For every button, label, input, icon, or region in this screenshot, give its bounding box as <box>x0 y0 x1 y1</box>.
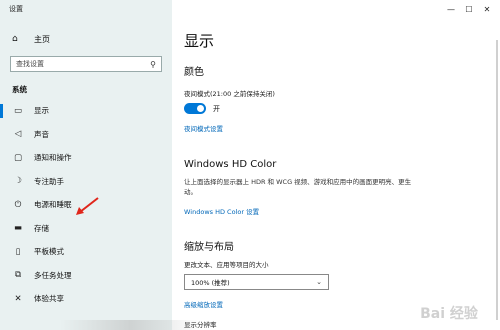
sidebar-item-label: 电源和睡眠 <box>34 200 72 210</box>
bottom-decoration <box>60 320 200 330</box>
sidebar: 设置 ⌂ 主页 查找设置 ⚲ 系统 ▭ 显示 ◁ 声音 ▢ 通知和操作 ☽ 专注… <box>0 0 172 330</box>
sidebar-item-label: 声音 <box>34 129 49 139</box>
chevron-down-icon: ⌄ <box>316 278 322 286</box>
sidebar-item-display[interactable]: ▭ 显示 <box>0 99 172 123</box>
search-icon[interactable]: ⚲ <box>150 60 156 69</box>
sidebar-item-tablet-mode[interactable]: ▯ 平板模式 <box>0 240 172 264</box>
sidebar-item-label: 平板模式 <box>34 247 64 257</box>
share-icon: ✕ <box>14 293 22 304</box>
scale-layout-heading: 缩放与布局 <box>184 242 234 253</box>
scale-dropdown[interactable]: 100% (推荐) ⌄ <box>184 274 329 290</box>
moon-icon: ☽ <box>14 176 22 187</box>
hd-color-settings-link[interactable]: Windows HD Color 设置 <box>184 206 484 216</box>
hd-color-description: 让上面选择的显示器上 HDR 和 WCG 视频、游戏和应用中的画面更明亮、更生动… <box>184 178 412 196</box>
window-title: 设置 <box>9 5 23 13</box>
search-input[interactable]: 查找设置 ⚲ <box>10 56 162 72</box>
sidebar-item-label: 多任务处理 <box>34 270 72 280</box>
home-icon: ⌂ <box>12 34 18 44</box>
night-light-label: 夜间模式(21:00 之前保持关闭) <box>184 90 275 98</box>
sidebar-item-shared-experiences[interactable]: ✕ 体验共享 <box>0 287 172 311</box>
scale-value: 100% (推荐) <box>191 279 230 287</box>
settings-content: 显示 颜色 夜间模式(21:00 之前保持关闭) 开 夜间模式设置 Window… <box>184 0 484 329</box>
red-arrow-annotation-icon <box>76 197 99 215</box>
scale-label: 更改文本、应用等项目的大小 <box>184 261 269 269</box>
sidebar-item-multitasking[interactable]: ⧉ 多任务处理 <box>0 264 172 288</box>
sidebar-item-label: 显示 <box>34 106 49 116</box>
night-light-state: 开 <box>213 104 220 113</box>
sidebar-item-label: 专注助手 <box>34 176 64 186</box>
speaker-icon: ◁ <box>14 129 22 140</box>
home-nav-item[interactable]: ⌂ 主页 <box>0 28 172 50</box>
multitask-icon: ⧉ <box>14 270 22 281</box>
main-panel: — ☐ ✕ 显示 颜色 夜间模式(21:00 之前保持关闭) 开 夜间模式设置 … <box>172 0 500 330</box>
storage-icon: ▬ <box>13 223 23 234</box>
scrollbar[interactable] <box>496 40 498 320</box>
night-light-settings-link[interactable]: 夜间模式设置 <box>184 123 484 133</box>
monitor-icon: ▭ <box>13 105 23 116</box>
sidebar-item-label: 体验共享 <box>34 294 64 304</box>
sidebar-item-label: 存储 <box>34 223 49 233</box>
sidebar-item-sound[interactable]: ◁ 声音 <box>0 123 172 147</box>
sidebar-item-focus-assist[interactable]: ☽ 专注助手 <box>0 170 172 194</box>
sidebar-item-label: 通知和操作 <box>34 153 72 163</box>
watermark: Bai 经验 <box>420 306 478 322</box>
notification-icon: ▢ <box>13 152 23 163</box>
tablet-icon: ▯ <box>15 246 21 257</box>
search-placeholder: 查找设置 <box>16 60 44 68</box>
hd-color-heading: Windows HD Color <box>184 159 277 170</box>
home-label: 主页 <box>34 34 50 44</box>
sidebar-item-notifications[interactable]: ▢ 通知和操作 <box>0 146 172 170</box>
color-heading: 颜色 <box>184 67 204 78</box>
night-light-toggle[interactable] <box>184 103 206 114</box>
sidebar-item-storage[interactable]: ▬ 存储 <box>0 217 172 241</box>
page-title: 显示 <box>184 32 215 50</box>
night-light-toggle-row: 开 <box>184 103 484 114</box>
power-icon: ⏻ <box>14 199 22 210</box>
section-label-system: 系统 <box>12 85 27 94</box>
